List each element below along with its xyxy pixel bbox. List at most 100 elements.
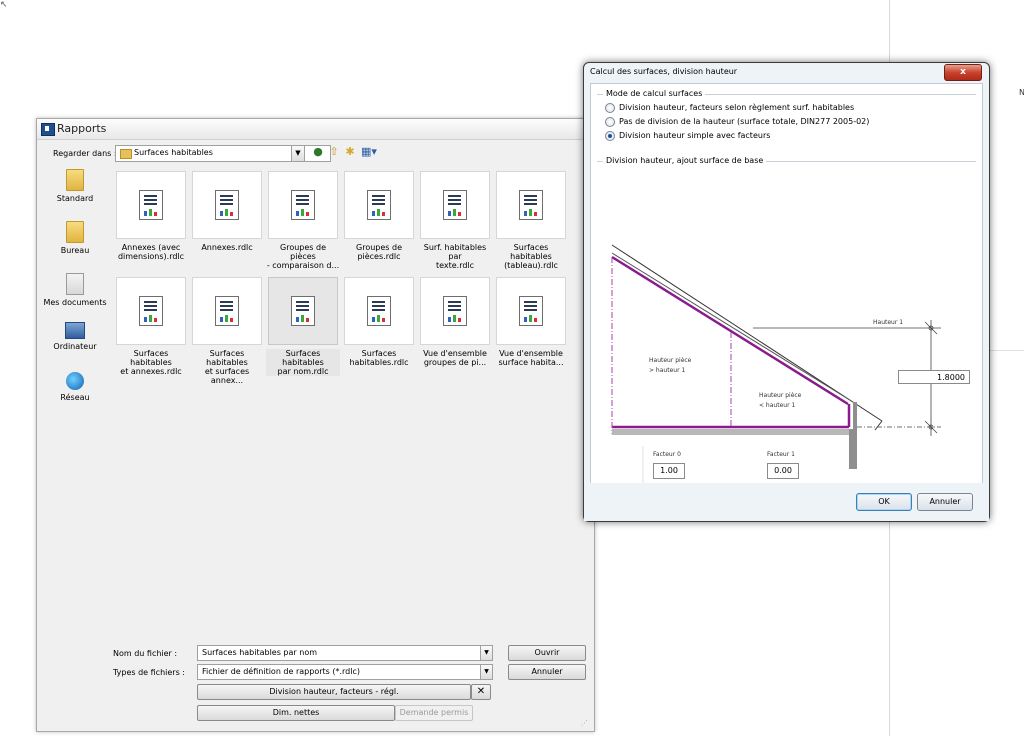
- calc-button-bar: OK Annuler: [584, 483, 989, 521]
- chevron-down-icon[interactable]: ▼: [291, 145, 305, 162]
- report-file-thumbnail: [268, 171, 338, 239]
- file-item-selected[interactable]: Surfaces habitables par nom.rdlc: [266, 277, 340, 376]
- file-item[interactable]: Vue d'ensemble groupes de pi...: [418, 277, 492, 367]
- file-name: Surfaces habitables et annexes.rdlc: [120, 349, 182, 376]
- file-item[interactable]: Surfaces habitables et surfaces annex...: [190, 277, 264, 385]
- report-file-thumbnail: [268, 277, 338, 345]
- resize-grip-icon[interactable]: ⋰: [581, 719, 588, 727]
- report-file-icon: [519, 190, 543, 220]
- roof-inner-line: [611, 252, 854, 403]
- open-button[interactable]: Ouvrir: [508, 645, 586, 661]
- cancel-button[interactable]: Annuler: [917, 493, 973, 511]
- demande-permis-button: Demande permis: [395, 705, 473, 721]
- dim-nettes-button[interactable]: Dim. nettes: [197, 705, 395, 721]
- calc-content: Mode de calcul surfaces Division hauteur…: [590, 83, 983, 485]
- file-name: Surfaces habitables (tableau).rdlc: [504, 243, 558, 270]
- place-mes-documents[interactable]: Mes documents: [41, 273, 109, 307]
- filetype-value: Fichier de définition de rapports (*.rdl…: [202, 667, 360, 676]
- chevron-down-icon[interactable]: ▼: [480, 664, 493, 680]
- file-item[interactable]: Annexes.rdlc: [190, 171, 264, 252]
- rapports-dialog: Rapports Regarder dans : Surfaces habita…: [36, 118, 595, 732]
- file-item[interactable]: Surfaces habitables (tableau).rdlc: [494, 171, 568, 270]
- place-label: Bureau: [60, 246, 90, 255]
- place-label: Mes documents: [43, 298, 107, 307]
- documents-icon: [66, 273, 84, 295]
- file-item[interactable]: Annexes (avec dimensions).rdlc: [114, 171, 188, 261]
- report-file-thumbnail: [116, 277, 186, 345]
- hauteur-piece-lt-sublabel: < hauteur 1: [759, 402, 796, 409]
- facteur0-input[interactable]: 1.00: [653, 463, 685, 479]
- hauteur-piece-gt-label: Hauteur pièce: [649, 357, 692, 364]
- division-hauteur-button[interactable]: Division hauteur, facteurs - régl.: [197, 684, 471, 700]
- rapports-titlebar[interactable]: Rapports: [37, 119, 594, 140]
- height-division-diagram: [611, 244, 941, 484]
- file-name: Groupes de pièces - comparaison d...: [266, 243, 340, 270]
- filetype-select[interactable]: Fichier de définition de rapports (*.rdl…: [197, 664, 481, 680]
- place-label: Standard: [56, 194, 94, 203]
- facteur0-label: Facteur 0: [653, 451, 681, 458]
- knee-wall-structure: [853, 402, 857, 429]
- filename-value: Surfaces habitables par nom: [202, 648, 318, 657]
- file-name: Surfaces habitables.rdlc: [349, 349, 409, 367]
- hauteur1-input[interactable]: 1.8000: [898, 370, 970, 384]
- place-reseau[interactable]: Réseau: [41, 372, 109, 402]
- report-file-icon: [139, 190, 163, 220]
- report-file-icon: [519, 296, 543, 326]
- place-standard[interactable]: Standard: [41, 169, 109, 203]
- file-name: Surfaces habitables et surfaces annex...: [204, 349, 250, 385]
- filename-input[interactable]: Surfaces habitables par nom: [197, 645, 481, 661]
- tools-icon[interactable]: ✕: [471, 684, 491, 700]
- filetype-label: Types de fichiers :: [113, 668, 185, 677]
- place-label: Réseau: [60, 393, 90, 402]
- report-file-icon: [367, 296, 391, 326]
- file-item[interactable]: Surfaces habitables et annexes.rdlc: [114, 277, 188, 376]
- report-file-thumbnail: [344, 171, 414, 239]
- network-icon: [66, 372, 84, 390]
- up-folder-icon[interactable]: ⇧: [327, 145, 341, 159]
- report-file-icon: [291, 190, 315, 220]
- view-menu-icon[interactable]: ▦▾: [359, 145, 379, 159]
- calcul-surfaces-dialog: Calcul des surfaces, division hauteur x …: [583, 62, 990, 522]
- hauteur-piece-gt-sublabel: > hauteur 1: [649, 367, 686, 374]
- new-folder-icon[interactable]: ✱: [343, 145, 357, 159]
- facteur1-input[interactable]: 0.00: [767, 463, 799, 479]
- file-name: Groupes de pièces.rdlc: [356, 243, 402, 261]
- wall-structure: [849, 429, 857, 469]
- report-file-thumbnail: [420, 171, 490, 239]
- chevron-down-icon[interactable]: ▼: [480, 645, 493, 661]
- ok-button[interactable]: OK: [856, 493, 912, 511]
- report-file-icon: [443, 190, 467, 220]
- cancel-button[interactable]: Annuler: [508, 664, 586, 680]
- file-name: Annexes.rdlc: [201, 243, 253, 252]
- file-item[interactable]: Surfaces habitables.rdlc: [342, 277, 416, 367]
- rapports-title: Rapports: [57, 122, 107, 135]
- back-icon[interactable]: ●: [311, 145, 325, 159]
- facteur1-label: Facteur 1: [767, 451, 795, 458]
- hauteur-piece-lt-label: Hauteur pièce: [759, 392, 802, 399]
- place-bureau[interactable]: Bureau: [41, 221, 109, 255]
- file-item[interactable]: Groupes de pièces - comparaison d...: [266, 171, 340, 270]
- report-file-icon: [139, 296, 163, 326]
- file-item[interactable]: Vue d'ensemble surface habita...: [494, 277, 568, 367]
- report-file-thumbnail: [192, 277, 262, 345]
- file-name: Surf. habitables par texte.rdlc: [423, 243, 487, 270]
- file-name: Annexes (avec dimensions).rdlc: [117, 243, 185, 261]
- report-file-thumbnail: [192, 171, 262, 239]
- file-item[interactable]: Surf. habitables par texte.rdlc: [418, 171, 492, 270]
- background-label: N: [1019, 88, 1024, 97]
- place-ordinateur[interactable]: Ordinateur: [41, 322, 109, 351]
- close-icon[interactable]: x: [944, 64, 982, 81]
- file-name: Surfaces habitables par nom.rdlc: [266, 349, 340, 376]
- report-file-thumbnail: [344, 277, 414, 345]
- cursor-icon: ↖: [0, 0, 8, 10]
- file-item[interactable]: Groupes de pièces.rdlc: [342, 171, 416, 261]
- report-file-thumbnail: [496, 277, 566, 345]
- folder-icon: [66, 221, 84, 243]
- computer-icon: [65, 322, 85, 339]
- report-file-thumbnail: [116, 171, 186, 239]
- report-file-icon: [215, 190, 239, 220]
- look-in-label: Regarder dans :: [53, 149, 117, 158]
- report-window-icon: [41, 123, 55, 136]
- folder-icon: [66, 169, 84, 191]
- report-file-thumbnail: [420, 277, 490, 345]
